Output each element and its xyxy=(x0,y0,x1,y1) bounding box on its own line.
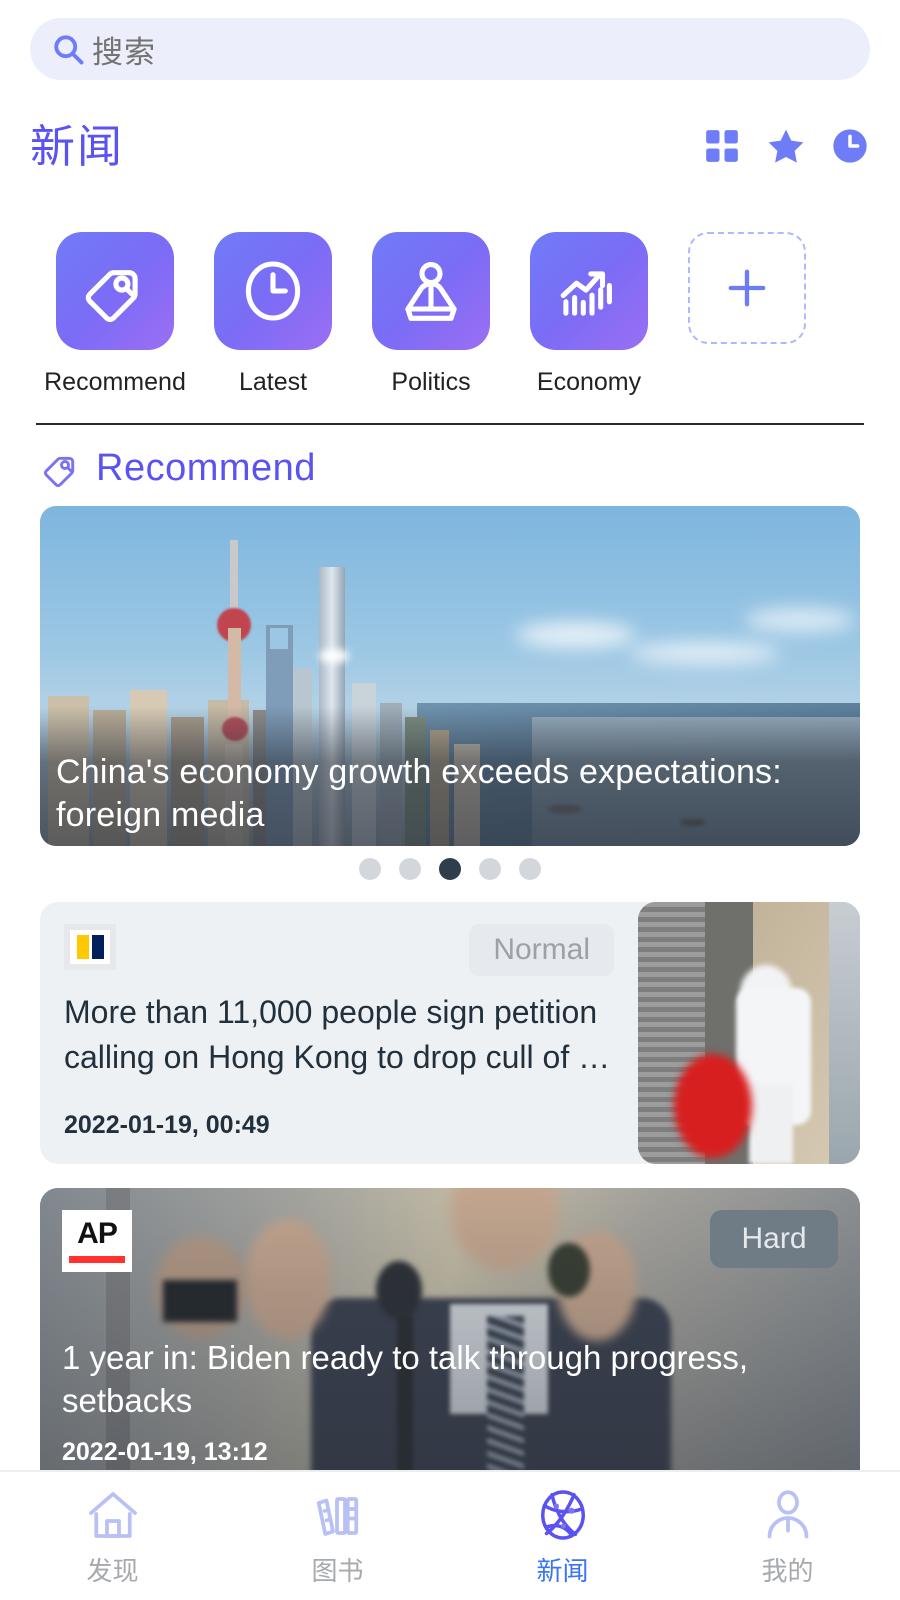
category-item-recommend[interactable]: Recommend xyxy=(36,232,194,397)
chart-growth-icon xyxy=(560,271,612,316)
search-placeholder-text: 搜索 xyxy=(92,34,156,70)
article-thumbnail xyxy=(638,902,860,1164)
carousel-hero-article[interactable]: China's economy growth exceeds expectati… xyxy=(40,506,860,846)
tag-search-icon xyxy=(85,270,138,322)
add-category-button[interactable] xyxy=(668,232,826,344)
tab-label: 图书 xyxy=(311,1555,364,1586)
tab-news[interactable]: 新闻 xyxy=(450,1485,675,1588)
plus-icon xyxy=(728,269,766,307)
article-card-hero[interactable]: AP Hard 1 year in: Biden ready to talk t… xyxy=(40,1188,860,1493)
article-timestamp: 2022-01-19, 00:49 xyxy=(64,1111,270,1139)
tab-profile[interactable]: 我的 xyxy=(675,1485,900,1588)
tab-label: 新闻 xyxy=(536,1555,589,1586)
carousel-dot-active[interactable] xyxy=(439,858,461,880)
category-tile xyxy=(56,232,174,350)
category-item-politics[interactable]: Politics xyxy=(352,232,510,397)
tab-discover[interactable]: 发现 xyxy=(0,1485,225,1588)
article-title: More than 11,000 people sign petition ca… xyxy=(64,994,611,1076)
podium-speaker-icon xyxy=(405,262,457,321)
tab-label: 我的 xyxy=(761,1555,814,1586)
news-app-screen: 搜索 新闻 Recommend Latest Politics Economy … xyxy=(0,0,900,1600)
search-input[interactable]: 搜索 xyxy=(30,18,870,80)
books-icon xyxy=(316,1496,358,1536)
ap-logo-text: AP xyxy=(77,1217,118,1250)
section-header: Recommend xyxy=(40,447,900,490)
status-badge: Normal xyxy=(469,924,614,976)
tab-label: 发现 xyxy=(86,1555,139,1586)
add-category-tile xyxy=(688,232,806,344)
bottom-tab-bar: 发现 图书 新闻 我的 xyxy=(0,1470,900,1600)
carousel-dots[interactable] xyxy=(0,858,900,880)
carousel-title: China's economy growth exceeds expectati… xyxy=(56,752,782,835)
page-title: 新闻 xyxy=(30,120,125,172)
section-title: Recommend xyxy=(96,447,316,489)
clock-icon xyxy=(245,261,301,321)
person-icon xyxy=(767,1489,808,1538)
carousel-dot[interactable] xyxy=(359,858,381,880)
tag-search-icon xyxy=(43,456,75,487)
ap-logo-icon: AP xyxy=(62,1210,132,1272)
article-timestamp: 2022-01-19, 13:12 xyxy=(62,1438,268,1466)
clock-icon[interactable] xyxy=(830,126,870,166)
article-card-list[interactable]: Normal More than 11,000 people sign peti… xyxy=(40,902,860,1164)
category-item-economy[interactable]: Economy xyxy=(510,232,668,397)
status-badge: Hard xyxy=(710,1210,838,1268)
reuters-logo-icon xyxy=(64,924,116,970)
category-item-latest[interactable]: Latest xyxy=(194,232,352,397)
category-tile xyxy=(530,232,648,350)
star-icon[interactable] xyxy=(766,126,806,166)
header-actions xyxy=(702,126,870,166)
category-label: Recommend xyxy=(44,368,186,396)
carousel-dot[interactable] xyxy=(399,858,421,880)
home-icon xyxy=(88,1491,137,1538)
article-title: 1 year in: Biden ready to talk through p… xyxy=(62,1338,749,1420)
globe-news-icon xyxy=(540,1489,585,1540)
search-icon xyxy=(50,31,86,67)
category-row: Recommend Latest Politics Economy xyxy=(36,232,864,397)
category-label: Politics xyxy=(391,368,471,396)
category-tile xyxy=(372,232,490,350)
category-tile xyxy=(214,232,332,350)
carousel-dot[interactable] xyxy=(479,858,501,880)
category-label: Economy xyxy=(536,368,642,396)
section-divider xyxy=(36,423,864,425)
grid-icon[interactable] xyxy=(702,126,742,166)
carousel-dot[interactable] xyxy=(519,858,541,880)
tab-books[interactable]: 图书 xyxy=(225,1485,450,1588)
category-label: Latest xyxy=(238,368,308,396)
article-content: Normal More than 11,000 people sign peti… xyxy=(40,902,638,1164)
page-header: 新闻 xyxy=(30,108,870,184)
